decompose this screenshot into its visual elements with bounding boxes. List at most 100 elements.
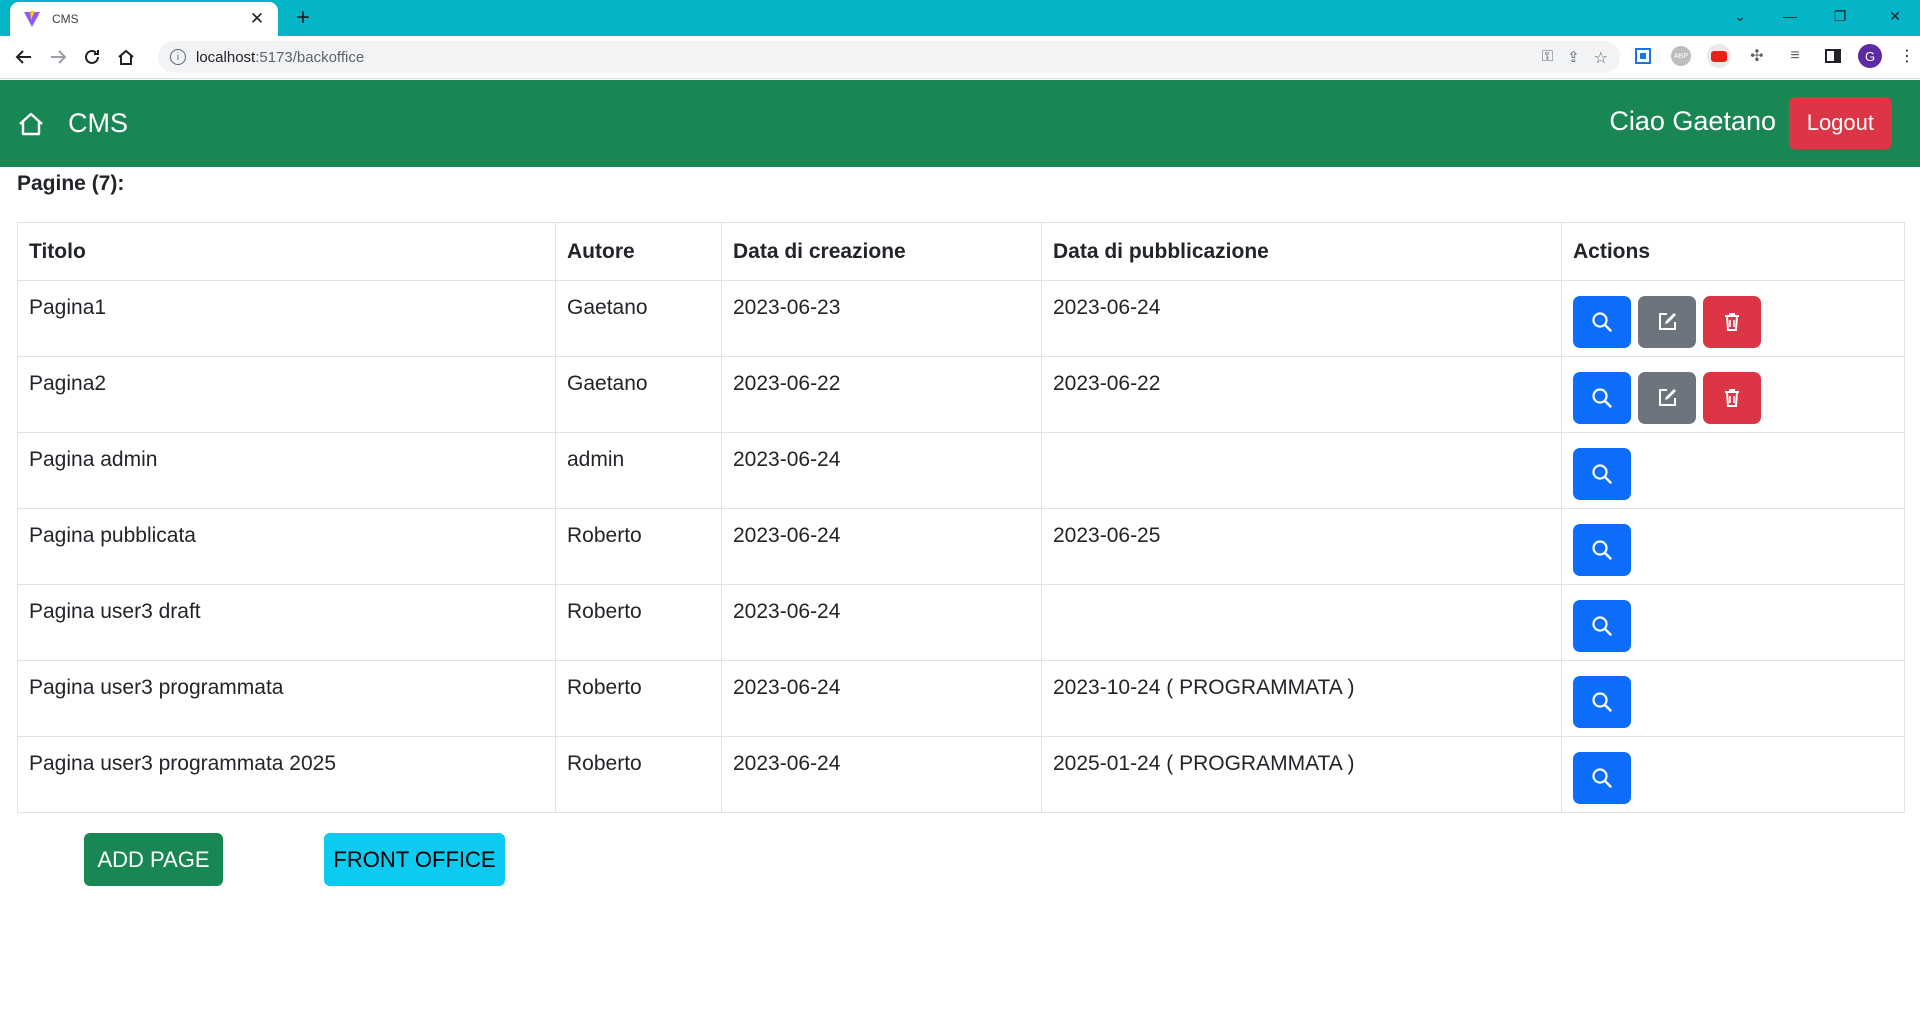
forward-icon[interactable] [41, 40, 75, 74]
address-bar[interactable]: i localhost :5173/backoffice ⚿ ⇪ ☆ [158, 41, 1620, 73]
tab-search-icon[interactable]: ⌄ [1715, 0, 1765, 32]
cell-author: Roberto [555, 584, 722, 661]
search-icon [1591, 767, 1613, 789]
trash-icon [1722, 311, 1742, 333]
cell-title: Pagina admin [17, 432, 556, 509]
bookmark-star-icon[interactable]: ☆ [1594, 48, 1608, 68]
cell-created: 2023-06-24 [721, 660, 1042, 737]
cell-title: Pagina2 [17, 356, 556, 433]
app-navbar: CMS Ciao Gaetano Logout [0, 80, 1920, 167]
youtube-extension-icon[interactable] [1706, 42, 1732, 70]
table-row: Pagina2 Gaetano 2023-06-22 2023-06-22 [17, 356, 1905, 433]
search-icon [1591, 387, 1613, 409]
search-icon [1591, 615, 1613, 637]
cell-author: Roberto [555, 736, 722, 813]
close-window-icon[interactable]: ✕ [1870, 0, 1920, 32]
cell-actions [1561, 584, 1905, 661]
view-page-button[interactable] [1573, 296, 1631, 348]
cell-author: Gaetano [555, 356, 722, 433]
cell-actions [1561, 660, 1905, 737]
cell-author: Roberto [555, 508, 722, 585]
view-page-button[interactable] [1573, 372, 1631, 424]
table-row: Pagina admin admin 2023-06-24 [17, 432, 1905, 509]
reload-icon[interactable] [75, 40, 109, 74]
edit-icon [1656, 311, 1678, 333]
front-office-button[interactable]: FRONT OFFICE [324, 833, 505, 886]
cell-title: Pagina user3 draft [17, 584, 556, 661]
site-info-icon[interactable]: i [170, 49, 186, 65]
cell-author: admin [555, 432, 722, 509]
cell-created: 2023-06-24 [721, 508, 1042, 585]
cell-published: 2023-06-22 [1041, 356, 1562, 433]
table-row: Pagina1 Gaetano 2023-06-23 2023-06-24 [17, 280, 1905, 357]
cell-created: 2023-06-24 [721, 432, 1042, 509]
brand-title[interactable]: CMS [68, 108, 128, 139]
password-key-icon[interactable]: ⚿ [1542, 48, 1553, 68]
edit-page-button[interactable] [1638, 372, 1696, 424]
cell-published: 2023-06-25 [1041, 508, 1562, 585]
screenshot-extension-icon[interactable] [1630, 42, 1656, 70]
delete-page-button[interactable] [1703, 372, 1761, 424]
logout-button[interactable]: Logout [1788, 97, 1892, 149]
minimize-icon[interactable]: — [1765, 0, 1815, 32]
table-row: Pagina pubblicata Roberto 2023-06-24 2023-0… [17, 508, 1905, 585]
table-row: Pagina user3 programmata Roberto 2023-06-2… [17, 660, 1905, 737]
table-header-row: Titolo Autore Data di creazione Data di … [17, 222, 1905, 281]
browser-tabstrip: CMS ✕ + ⌄ — ❐ ✕ [0, 0, 1920, 36]
side-panel-icon[interactable] [1820, 42, 1846, 70]
reading-list-icon[interactable]: ≡ [1782, 42, 1808, 70]
cell-actions [1561, 508, 1905, 585]
trash-icon [1722, 387, 1742, 409]
share-icon[interactable]: ⇪ [1567, 48, 1580, 68]
view-page-button[interactable] [1573, 524, 1631, 576]
adblock-extension-icon[interactable]: ABP [1668, 42, 1694, 70]
vite-logo-icon [24, 11, 40, 27]
pages-table: Titolo Autore Data di creazione Data di … [17, 222, 1905, 813]
view-page-button[interactable] [1573, 600, 1631, 652]
edit-icon [1656, 387, 1678, 409]
cell-title: Pagina user3 programmata 2025 [17, 736, 556, 813]
search-icon [1591, 311, 1613, 333]
cell-title: Pagina1 [17, 280, 556, 357]
column-header-actions: Actions [1561, 222, 1905, 281]
edit-page-button[interactable] [1638, 296, 1696, 348]
table-row: Pagina user3 draft Roberto 2023-06-24 [17, 584, 1905, 661]
cell-published [1041, 432, 1562, 509]
new-tab-icon[interactable]: + [290, 4, 316, 32]
cell-actions [1561, 356, 1905, 433]
cell-actions [1561, 736, 1905, 813]
cell-actions [1561, 432, 1905, 509]
home-browser-icon[interactable] [109, 40, 143, 74]
extensions-puzzle-icon[interactable]: ✣ [1744, 42, 1770, 70]
cell-actions [1561, 280, 1905, 357]
cell-title: Pagina user3 programmata [17, 660, 556, 737]
cell-created: 2023-06-23 [721, 280, 1042, 357]
table-row: Pagina user3 programmata 2025 Roberto 2023… [17, 736, 1905, 813]
search-icon [1591, 463, 1613, 485]
browser-toolbar: i localhost :5173/backoffice ⚿ ⇪ ☆ ABP ✣… [0, 36, 1920, 79]
url-host: localhost [196, 48, 256, 66]
user-greeting: Ciao Gaetano [1609, 106, 1776, 136]
cell-published: 2023-10-24 ( PROGRAMMATA ) [1041, 660, 1562, 737]
cell-created: 2023-06-24 [721, 736, 1042, 813]
chrome-menu-icon[interactable]: ⋮ [1894, 42, 1920, 70]
close-tab-icon[interactable]: ✕ [248, 9, 266, 29]
back-icon[interactable] [7, 40, 41, 74]
url-path: :5173/backoffice [255, 48, 365, 66]
profile-avatar[interactable]: G [1858, 44, 1882, 68]
column-header-author: Autore [555, 222, 722, 281]
view-page-button[interactable] [1573, 676, 1631, 728]
delete-page-button[interactable] [1703, 296, 1761, 348]
browser-tab[interactable]: CMS ✕ [10, 2, 278, 36]
cell-title: Pagina pubblicata [17, 508, 556, 585]
view-page-button[interactable] [1573, 752, 1631, 804]
add-page-button[interactable]: ADD PAGE [84, 833, 223, 886]
cell-author: Gaetano [555, 280, 722, 357]
page-title: Pagine (7): [17, 172, 125, 195]
column-header-created: Data di creazione [721, 222, 1042, 281]
tab-title: CMS [52, 12, 79, 26]
restore-icon[interactable]: ❐ [1815, 0, 1865, 32]
cell-published: 2025-01-24 ( PROGRAMMATA ) [1041, 736, 1562, 813]
home-icon[interactable] [16, 109, 46, 139]
view-page-button[interactable] [1573, 448, 1631, 500]
